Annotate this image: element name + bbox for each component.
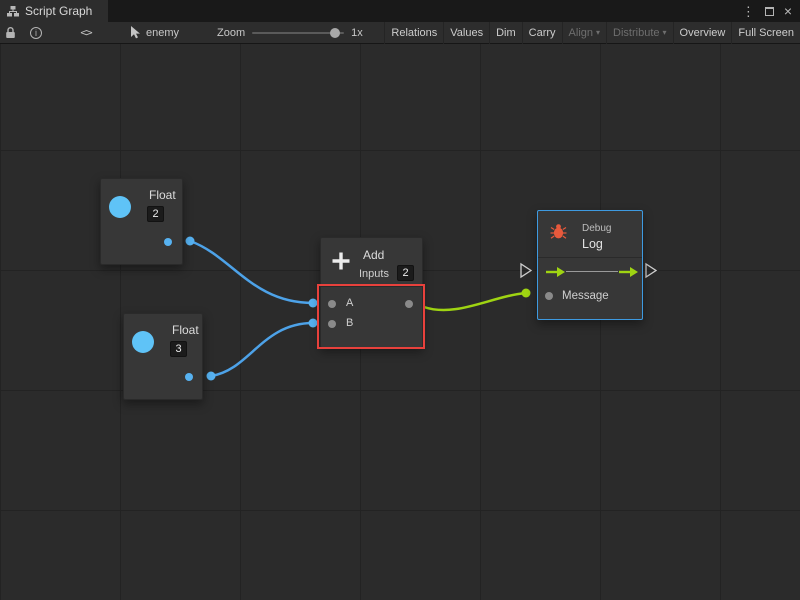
cursor-icon <box>130 26 142 39</box>
flow-in-arrow-icon[interactable] <box>546 266 565 278</box>
window-menu-icon[interactable]: ⋮ <box>742 5 755 18</box>
flow-through-line <box>566 271 618 272</box>
node-title: Add <box>363 248 384 262</box>
message-port-label: Message <box>562 290 609 302</box>
add-input-b-port[interactable] <box>328 320 336 328</box>
script-graph-icon <box>7 6 19 17</box>
wire-endpoint-dot <box>186 237 195 246</box>
relations-button[interactable]: Relations <box>384 22 443 44</box>
lock-icon[interactable] <box>0 22 20 44</box>
title-bar: Script Graph ⋮ × <box>0 0 800 22</box>
inputs-label: Inputs <box>359 268 389 280</box>
close-icon[interactable]: × <box>784 4 792 18</box>
overview-button[interactable]: Overview <box>673 22 732 44</box>
distribute-button[interactable]: Distribute▾ <box>606 22 672 44</box>
dim-button[interactable]: Dim <box>489 22 522 44</box>
node-title: Float <box>149 188 176 202</box>
node-divider <box>538 257 642 258</box>
zoom-slider[interactable] <box>252 32 344 34</box>
wire-endpoint-dot <box>207 372 216 381</box>
float-output-port[interactable] <box>185 373 193 381</box>
wire-add-to-debug-message[interactable] <box>424 293 526 310</box>
graph-toolbar: i <> enemy Zoom 1x Relations Values Dim … <box>0 22 800 44</box>
float-node-1[interactable]: Float 2 <box>100 178 183 265</box>
float-value-field[interactable]: 3 <box>170 341 187 357</box>
align-button[interactable]: Align▾ <box>562 22 606 44</box>
flow-output-triangle[interactable] <box>646 264 656 277</box>
zoom-slider-handle[interactable] <box>330 28 340 38</box>
port-a-label: A <box>346 297 353 309</box>
full-screen-button[interactable]: Full Screen <box>731 22 800 44</box>
info-icon[interactable]: i <box>26 22 46 44</box>
maximize-icon[interactable] <box>765 7 774 16</box>
tab-script-graph[interactable]: Script Graph <box>0 0 108 22</box>
toolbar-buttons: Relations Values Dim Carry Align▾ Distri… <box>384 22 800 44</box>
float-value-field[interactable]: 2 <box>147 206 164 222</box>
carry-button[interactable]: Carry <box>522 22 562 44</box>
node-title: Float <box>172 323 199 337</box>
float-type-icon <box>109 196 131 218</box>
node-divider <box>321 286 422 287</box>
values-button[interactable]: Values <box>443 22 489 44</box>
code-icon[interactable]: <> <box>76 22 96 44</box>
graph-name: enemy <box>146 27 179 39</box>
bug-icon <box>550 222 567 240</box>
float-output-port[interactable] <box>164 238 172 246</box>
message-input-port[interactable] <box>545 292 553 300</box>
wire-float2-to-add-b[interactable] <box>211 323 313 376</box>
debug-log-node[interactable]: Debug Log Message <box>537 210 643 320</box>
add-node[interactable]: Add Inputs 2 A B <box>320 237 423 348</box>
wire-endpoint-dot <box>309 299 318 308</box>
graph-breadcrumb[interactable]: enemy <box>130 26 179 39</box>
graph-canvas[interactable]: Float 2 Float 3 Add Inputs 2 A B <box>0 44 800 600</box>
wire-float1-to-add-a[interactable] <box>190 241 313 303</box>
float-node-2[interactable]: Float 3 <box>123 313 203 400</box>
node-title: Log <box>582 237 603 251</box>
node-category: Debug <box>582 223 611 234</box>
chevron-down-icon: ▾ <box>663 28 667 37</box>
flow-out-arrow-icon[interactable] <box>619 266 638 278</box>
add-input-a-port[interactable] <box>328 300 336 308</box>
wire-endpoint-dot <box>522 289 531 298</box>
flow-input-triangle[interactable] <box>521 264 531 277</box>
plus-icon <box>331 251 351 271</box>
zoom-control: Zoom 1x <box>217 27 363 39</box>
float-type-icon <box>132 331 154 353</box>
wire-endpoint-dot <box>309 319 318 328</box>
zoom-label: Zoom <box>217 27 245 39</box>
inputs-count-field[interactable]: 2 <box>397 265 414 281</box>
chevron-down-icon: ▾ <box>596 28 600 37</box>
add-output-port[interactable] <box>405 300 413 308</box>
tab-title: Script Graph <box>25 4 92 18</box>
zoom-value: 1x <box>351 27 363 39</box>
port-b-label: B <box>346 317 353 329</box>
